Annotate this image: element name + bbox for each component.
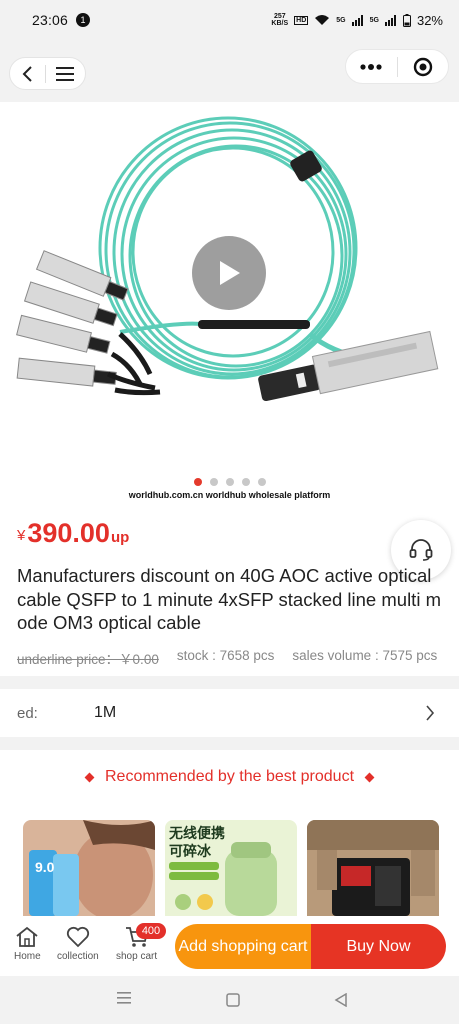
product-title: Manufacturers discount on 40G AOC active… (17, 565, 441, 633)
signal-label-2: 5G (369, 16, 379, 24)
carousel-dot[interactable] (225, 478, 234, 486)
status-icons: 257 KB/S HD 5G 5G 32% (271, 13, 443, 28)
product-thumbnail-sunscreen: 9.0 (23, 820, 155, 916)
recommended-product-card[interactable]: 9.0 (23, 820, 155, 916)
signal-label-1: 5G (336, 16, 346, 24)
recommended-header: Recommended by the best product (0, 768, 459, 786)
spec-selector-row[interactable]: ed: 1M (0, 689, 459, 737)
buy-now-button[interactable]: Buy Now (311, 924, 446, 969)
thumb-headline-2: 可碎冰 (169, 843, 212, 860)
bottom-action-bar: Home collection shop cart 400 Add shoppi… (0, 916, 459, 976)
carousel-dots (0, 478, 459, 486)
carousel-dot[interactable] (193, 478, 202, 486)
wifi-icon (315, 15, 330, 25)
network-speed-unit: KB/S (271, 20, 289, 27)
spec-value: 1M (94, 704, 117, 721)
cart-count-badge: 400 (136, 923, 166, 939)
status-time: 23:06 (32, 12, 69, 28)
product-thumbnail-blender: 无线便携 可碎冰 (165, 820, 297, 916)
sales-volume: sales volume : 7575 pcs (292, 648, 438, 663)
close-miniprogram-button[interactable] (398, 50, 449, 83)
product-thumbnail-generator (307, 820, 439, 916)
heart-icon (66, 926, 89, 948)
diamond-icon (84, 772, 95, 782)
back-arrow-icon[interactable] (21, 65, 35, 82)
target-circle-icon (413, 57, 432, 76)
nav-collection[interactable]: collection (57, 926, 99, 962)
signal-bars-icon-2 (384, 14, 396, 26)
recommended-product-card[interactable]: 无线便携 可碎冰 (165, 820, 297, 916)
price-suffix: up (110, 529, 130, 546)
add-to-cart-button[interactable]: Add shopping cart (175, 924, 311, 969)
recommended-product-card[interactable] (307, 820, 439, 916)
price-currency: ¥ (17, 527, 26, 544)
nav-pill (9, 57, 86, 90)
carousel-dot[interactable] (209, 478, 218, 486)
play-video-button[interactable] (192, 236, 266, 310)
product-image-carousel[interactable]: worldhub.com.cn worldhub wholesale platf… (0, 102, 459, 510)
notification-count-badge: 1 (76, 13, 91, 27)
headset-icon (409, 539, 433, 561)
product-info: ¥ 390.00 up Manufacturers discount on 40… (0, 510, 459, 676)
price: ¥ 390.00 up (17, 518, 129, 549)
nav-collection-label: collection (57, 951, 99, 962)
carousel-dot[interactable] (257, 478, 266, 486)
nav-pill-divider (45, 64, 46, 83)
battery-icon (402, 13, 411, 27)
more-options-button[interactable] (346, 50, 397, 83)
menu-icon[interactable] (56, 66, 74, 81)
carousel-dot[interactable] (241, 478, 250, 486)
recommended-title: Recommended by the best product (104, 768, 355, 785)
product-meta: underline price：￥0.00 stock : 7658 pcs s… (17, 648, 447, 668)
svg-text:9.0: 9.0 (35, 859, 55, 875)
home-square-icon[interactable] (226, 993, 240, 1007)
network-speed: 257 KB/S (271, 13, 288, 27)
image-watermark: worldhub.com.cn worldhub wholesale platf… (128, 490, 331, 500)
back-triangle-icon[interactable] (334, 993, 348, 1007)
top-nav (0, 40, 459, 102)
more-dots-icon (360, 63, 382, 70)
thumb-headline-1: 无线便携 (168, 825, 225, 842)
hd-icon: HD (294, 15, 309, 25)
nav-home[interactable]: Home (14, 926, 41, 962)
diamond-icon (364, 772, 375, 782)
system-navigation-bar (0, 976, 459, 1024)
sfp-modules (16, 250, 129, 387)
stock-count: stock : 7658 pcs (176, 648, 275, 663)
recommended-section: Recommended by the best product 9.0 无线便携… (0, 750, 459, 916)
nav-shop-cart-label: shop cart (116, 951, 158, 962)
status-bar: 23:06 1 257 KB/S HD 5G 5G 32% (0, 0, 459, 40)
nav-home-label: Home (14, 951, 41, 962)
home-icon (16, 926, 38, 947)
underline-price: underline price：￥0.00 (17, 652, 159, 667)
signal-bars-icon (351, 14, 363, 26)
chevron-right-icon (426, 705, 435, 721)
play-icon (220, 261, 240, 285)
mini-program-capsule (345, 49, 449, 84)
recent-apps-icon[interactable] (117, 992, 131, 1004)
spec-label: ed: (17, 704, 38, 722)
battery-percent: 32% (416, 12, 443, 28)
network-speed-value: 257 (273, 13, 286, 20)
price-value: 390.00 (27, 518, 110, 548)
